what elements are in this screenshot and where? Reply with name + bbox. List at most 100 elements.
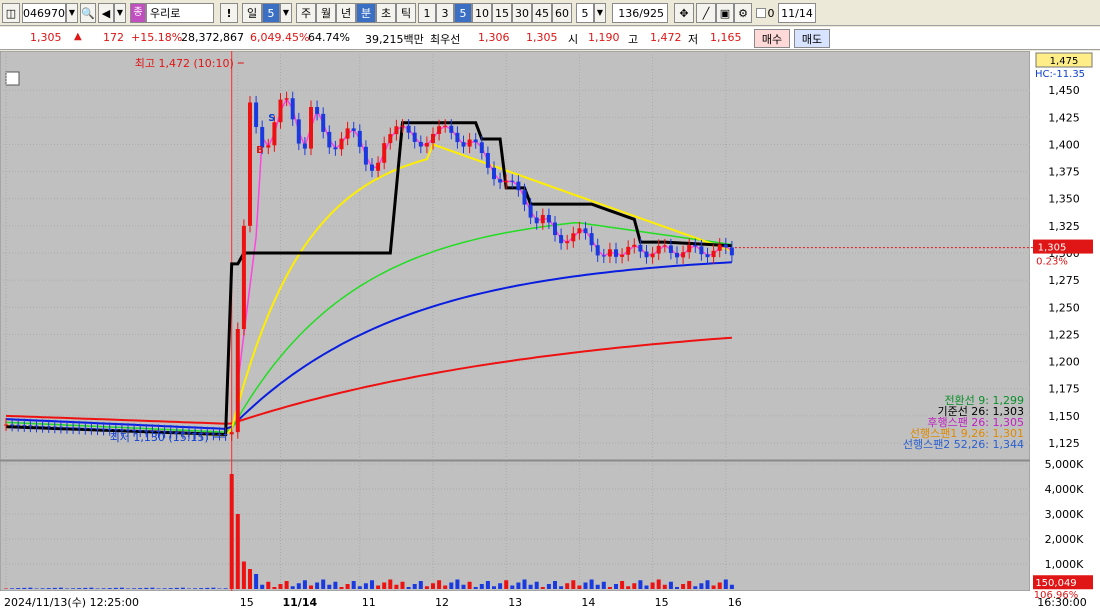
price-tick-label: 1,250 [1048,301,1080,314]
volume-bar [71,588,76,589]
interval-60-button[interactable]: 60 [552,3,572,23]
trade-amount: 39,215백만 [365,33,424,46]
candle-body [394,126,399,135]
speaker-dropdown-icon[interactable]: ▼ [114,3,126,23]
price-tick-label: 1,325 [1048,220,1080,233]
line-tool-icon[interactable]: ╱ [696,3,716,23]
gear-icon[interactable]: ⚙ [734,3,752,23]
candle-body [510,180,515,182]
volume-bar [370,580,374,589]
candle-body [77,427,82,429]
period-tick-button[interactable]: 틱 [396,3,416,23]
date-input[interactable]: 11/14 [778,3,816,23]
window-icon[interactable]: ◫ [2,3,20,23]
interval-45-button[interactable]: 45 [532,3,552,23]
volume-bar [351,581,356,589]
volume-bar [95,588,100,589]
volume-bar [83,587,88,589]
time-tick-label: 11 [362,596,376,609]
turnover: 64.74% [308,31,350,44]
period-sec-button[interactable]: 초 [376,3,396,23]
interval-15-button[interactable]: 15 [492,3,512,23]
code-dropdown-icon[interactable]: ▼ [66,3,78,23]
volume-bar [699,583,704,589]
interval-3-button[interactable]: 3 [436,3,454,23]
period-num-select[interactable]: 5 [262,3,280,23]
volume-bar [376,585,381,589]
period-min-button[interactable]: 분 [356,3,376,23]
grid-icon[interactable] [5,71,20,86]
candle-body [687,245,692,253]
period-month-button[interactable]: 월 [316,3,336,23]
candle-body [485,152,490,168]
volume-bar [729,584,734,589]
candle-body [455,132,460,143]
crosshair-icon[interactable]: ✥ [674,3,694,23]
candle-body [632,244,637,247]
candle-body [504,180,509,183]
interval-5-button[interactable]: 5 [454,3,472,23]
period-day-button[interactable]: 일 [242,3,262,23]
interval-value-input[interactable]: 5 [576,3,594,23]
name-display[interactable]: 우리로 [146,3,214,23]
volume-tick-label: 2,000K [1045,533,1084,546]
candle-body [363,146,368,165]
candle-body [577,228,582,234]
candle-body [309,106,313,149]
save-icon[interactable]: ▣ [716,3,734,23]
volume-bar [205,587,210,589]
interval-10-button[interactable]: 10 [472,3,492,23]
volume-bar [644,585,649,589]
price-tick-label: 1,350 [1048,193,1080,206]
volume-bar [150,587,155,589]
candle-body [34,425,39,427]
volume-bar [614,584,618,589]
volume-bar [467,581,472,589]
volume-bar [193,588,198,589]
volume-bar [363,583,368,589]
candle-body [235,329,240,433]
period-year-button[interactable]: 년 [336,3,356,23]
candle-body [559,235,564,244]
candle-body [229,432,234,435]
interval-30-button[interactable]: 30 [512,3,532,23]
volume-box-label: 150,049 [1035,578,1076,589]
interval-dropdown-icon[interactable]: ▼ [594,3,606,23]
sell-button[interactable]: 매도 [794,29,830,48]
period-num-dropdown-icon[interactable]: ▼ [280,3,292,23]
candle-body [83,427,88,429]
price-tick-label: 1,175 [1048,383,1080,396]
volume-bar [571,580,576,589]
time-tick-label: 12 [435,596,449,609]
volume-bar [119,587,124,589]
period-week-button[interactable]: 주 [296,3,316,23]
speaker-icon[interactable]: ◀ [98,3,114,23]
current-price: 1,305 [30,31,62,44]
search-icon[interactable]: 🔍 [80,3,96,23]
candle-body [705,254,710,258]
price-chart[interactable]: 최고 1,472 (10:10) 최저 1,130 (15:15) B S 1,125… [0,51,1100,615]
interval-1-button[interactable]: 1 [418,3,436,23]
low-label: 저 [688,33,699,46]
volume-bar [400,581,405,589]
buy-button[interactable]: 매수 [754,29,790,48]
volume-bar [424,586,429,589]
volume-bar [162,588,167,589]
candle-body [400,125,405,127]
toggle-checkbox[interactable] [756,8,766,18]
candle-body [729,247,734,256]
volume-bar [638,580,643,589]
candle-body [461,142,466,147]
candle-body [437,126,442,134]
price-pane [0,51,1031,461]
volume-bar [510,585,515,589]
count-input[interactable]: 136/925 [612,3,668,23]
code-input[interactable]: 046970 [22,3,66,23]
volume-bar [254,574,259,589]
volume-bar [16,588,21,589]
volume-bar [10,588,15,589]
warning-button[interactable]: ! [220,3,238,23]
candle-body [327,131,332,148]
volume-bar [272,587,277,589]
volume-bar [388,579,393,589]
